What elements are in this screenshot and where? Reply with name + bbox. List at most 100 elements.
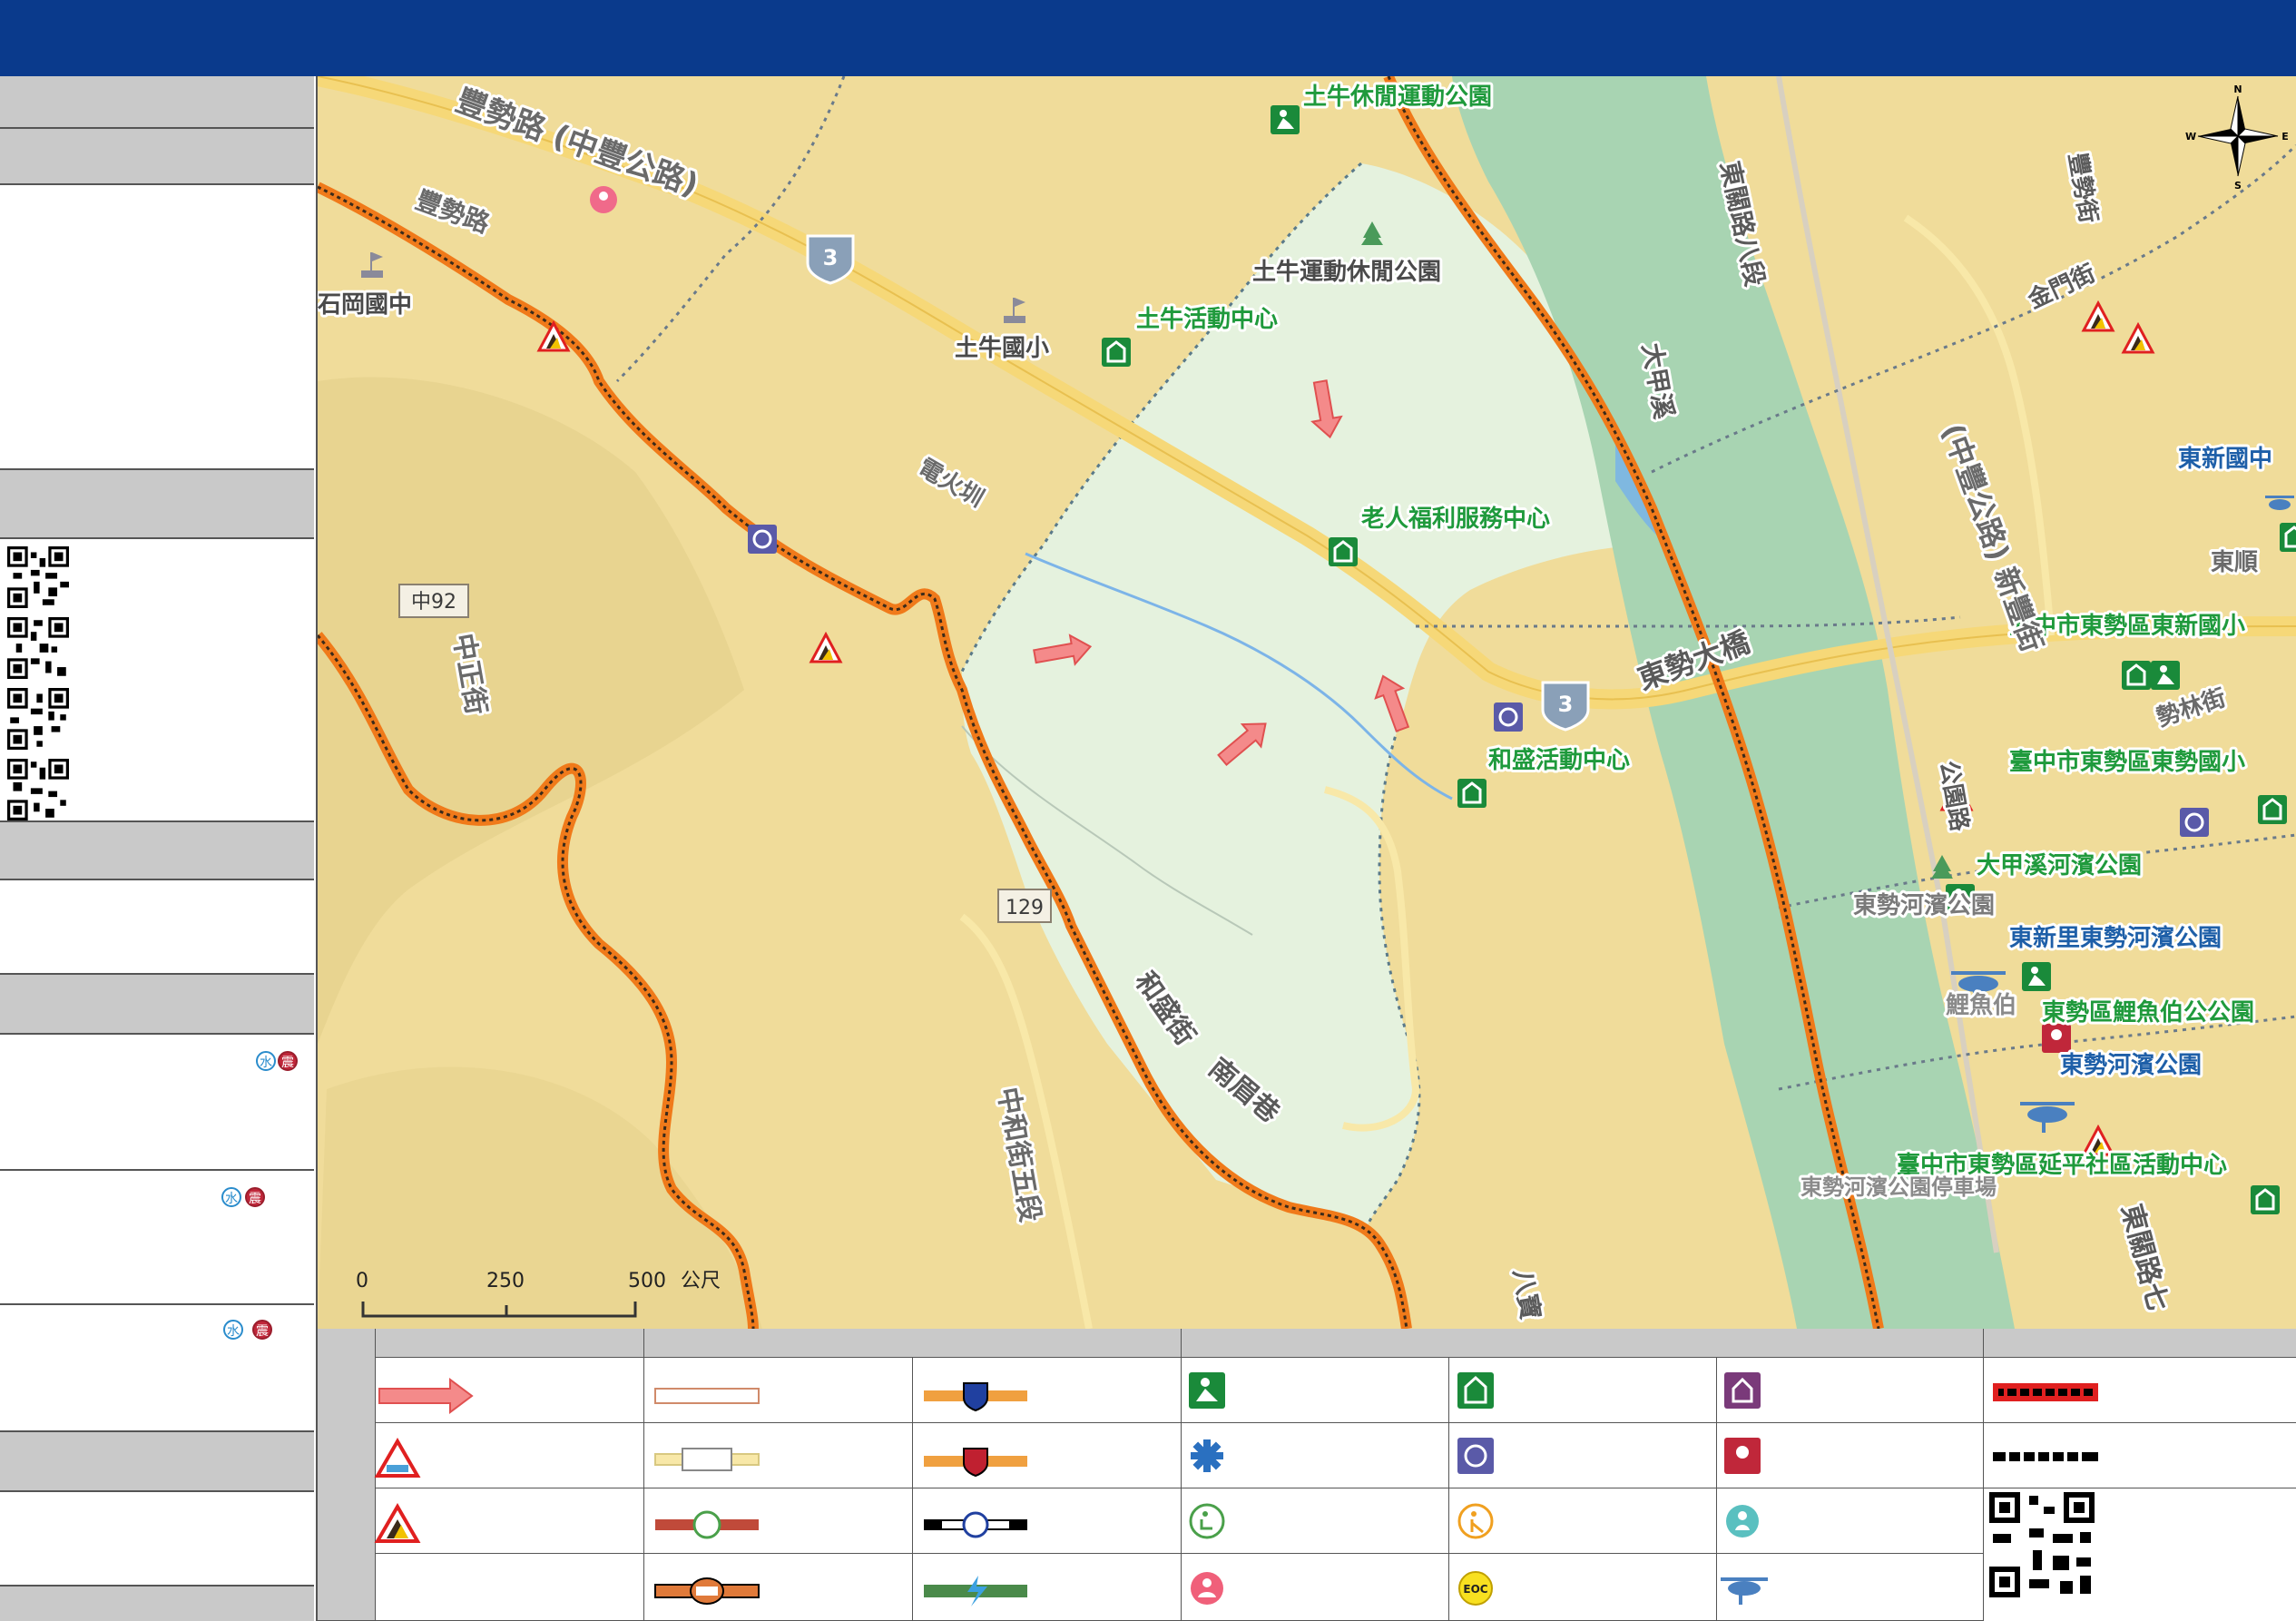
label-dongshi-elementary: 臺中市東勢區東勢國小 — [2009, 748, 2245, 776]
qr-code-icon[interactable] — [7, 546, 69, 608]
label-dongshi-riverside-park-gray: 東勢河濱公園 — [1853, 892, 1995, 919]
legend-road-national-icon — [655, 1510, 759, 1539]
qr-code-icon[interactable] — [7, 688, 69, 750]
scale-tick-250: 250 — [486, 1270, 525, 1292]
compass-s: S — [2234, 180, 2242, 192]
sidebar-header-qr — [0, 470, 314, 539]
sidebar-info-panel — [0, 185, 314, 470]
sidebar-header-3 — [0, 822, 314, 880]
welfare-icon — [2042, 1024, 2071, 1053]
scale-tick-500: 500 — [628, 1270, 666, 1292]
legend-qr-code-icon[interactable] — [1989, 1492, 2095, 1597]
shelter-item[interactable]: 水 震 — [0, 1035, 314, 1171]
activity-center-icon — [2122, 661, 2151, 690]
legend-symbols: EOC — [374, 1372, 2098, 1606]
shelter-item[interactable]: 水 震 — [0, 1305, 314, 1432]
label-elderly-welfare-center: 老人福利服務中心 — [1361, 506, 1550, 533]
quake-badge-icon: 震 — [278, 1051, 298, 1071]
compass-e: E — [2281, 131, 2289, 142]
label-tuniu-activity-center: 土牛活動中心 — [1136, 306, 1278, 333]
legend-eoc-label: EOC — [1463, 1583, 1487, 1596]
info-sidebar: 水 震 水 震 水 震 — [0, 76, 318, 1621]
shelter-item[interactable]: 水 震 — [0, 1171, 314, 1305]
sidebar-footer — [0, 1587, 314, 1621]
legend-road-minor-icon — [654, 1388, 760, 1404]
label-liyubo-park: 東勢區鯉魚伯公公園 — [2042, 998, 2254, 1027]
road-shield: 中92 — [398, 584, 469, 618]
legend-shelter-purple-icon — [1724, 1372, 1761, 1409]
legend-district-boundary-red-icon — [1993, 1383, 2098, 1401]
sidebar-header-1 — [0, 76, 314, 129]
legend-welfare-icon — [1724, 1438, 1761, 1474]
legend-eoc-icon: EOC — [1458, 1571, 1493, 1606]
highway-shield: 3 — [1541, 681, 1590, 732]
legend-community-care-icon — [1191, 1572, 1223, 1605]
compass-w: W — [2185, 131, 2196, 142]
activity-center-icon — [1457, 779, 1487, 808]
legend-helicopter-icon — [1721, 1577, 1768, 1605]
police-icon — [748, 525, 777, 554]
legend-police-icon — [1457, 1438, 1494, 1474]
park-icon — [2022, 962, 2051, 991]
map-canvas[interactable]: 3 3 129 中92 土牛休閒運動公園 土牛運動休閒公園 土牛活動中心 土牛國… — [318, 76, 2296, 1329]
legend-railway-icon — [924, 1511, 1027, 1538]
label-hesheng-activity-center: 和盛活動中心 — [1488, 746, 1630, 774]
label-tuniu-leisure-park: 土牛休閒運動公園 — [1303, 84, 1492, 111]
sidebar-text-panel — [0, 1492, 314, 1587]
legend-flow-arrow-icon — [378, 1378, 474, 1414]
highway-shield: 3 — [806, 234, 855, 285]
label-riverside-parking: 東勢河濱公園停車場 — [1800, 1174, 1997, 1200]
label-dongxin-li-riverside-park: 東新里東勢河濱公園 — [2009, 924, 2222, 952]
title-bar — [0, 0, 2296, 78]
scale-unit: 公尺 — [681, 1270, 721, 1292]
activity-center-icon — [2258, 795, 2287, 824]
legend-evac-route-red-shield-icon — [924, 1448, 1027, 1478]
activity-center-icon — [1102, 338, 1131, 367]
water-badge-icon: 水 — [223, 1320, 243, 1340]
legend-landslide-warning-icon — [374, 1503, 421, 1543]
legend-road-freeway-icon — [654, 1577, 760, 1605]
quake-badge-icon: 震 — [245, 1187, 265, 1207]
label-tuniu-sports-park: 土牛運動休閒公園 — [1252, 259, 1441, 286]
legend-activity-center-icon — [1457, 1372, 1494, 1409]
activity-center-icon — [2280, 523, 2296, 552]
quake-badge-icon: 震 — [252, 1320, 272, 1340]
legend-evac-route-blue-shield-icon — [924, 1382, 1027, 1412]
highway-shield-label: 3 — [823, 245, 839, 270]
scale-tick-0: 0 — [356, 1270, 368, 1292]
legend-flood-warning-icon — [374, 1438, 421, 1478]
water-badge-icon: 水 — [221, 1187, 241, 1207]
activity-center-icon — [1329, 537, 1358, 566]
park-icon — [2151, 661, 2180, 690]
sidebar-header-4 — [0, 1432, 314, 1492]
sidebar-qr-panel — [0, 539, 314, 822]
sidebar-header-shelters — [0, 975, 314, 1035]
legend-medical-icon — [1191, 1439, 1223, 1472]
qr-code-icon[interactable] — [7, 617, 69, 679]
legend-elderly-icon — [1457, 1503, 1494, 1539]
highway-shield-label: 3 — [1558, 692, 1574, 717]
legend-accessible-icon — [1189, 1503, 1225, 1539]
activity-center-icon — [2251, 1185, 2280, 1214]
park-icon — [1271, 105, 1300, 134]
label-liyubo-gray: 鯉魚伯 — [1946, 991, 2016, 1019]
sidebar-text-panel — [0, 880, 314, 975]
label-tuniu-elementary: 土牛國小 — [955, 335, 1049, 362]
label-dongshi-riverside-park: 東勢河濱公園 — [2060, 1052, 2202, 1079]
road-shield-label: 中92 — [411, 591, 456, 614]
water-badge-icon: 水 — [256, 1051, 276, 1071]
police-icon — [1494, 702, 1523, 732]
label-shigang-junior-high: 石岡國中 — [318, 291, 412, 319]
label-dongshi-road-fragment: 東順 — [2211, 549, 2259, 576]
legend-park-icon — [1189, 1372, 1225, 1409]
label-dajia-riverside-park: 大甲溪河濱公園 — [1977, 852, 2142, 879]
road-shield-label: 129 — [1006, 897, 1044, 919]
label-dongxin-junior-high: 東新國中 — [2178, 445, 2272, 473]
legend-child-care-icon — [1726, 1505, 1759, 1537]
police-icon — [2180, 808, 2209, 837]
map-svg[interactable]: 3 3 129 中92 土牛休閒運動公園 土牛運動休閒公園 土牛活動中心 土牛國… — [318, 76, 2296, 1329]
map-legend: EOC — [318, 1329, 2296, 1621]
qr-code-icon[interactable] — [7, 759, 69, 820]
legend-village-boundary-icon — [1993, 1452, 2098, 1461]
legend-road-provincial-icon — [654, 1448, 760, 1471]
